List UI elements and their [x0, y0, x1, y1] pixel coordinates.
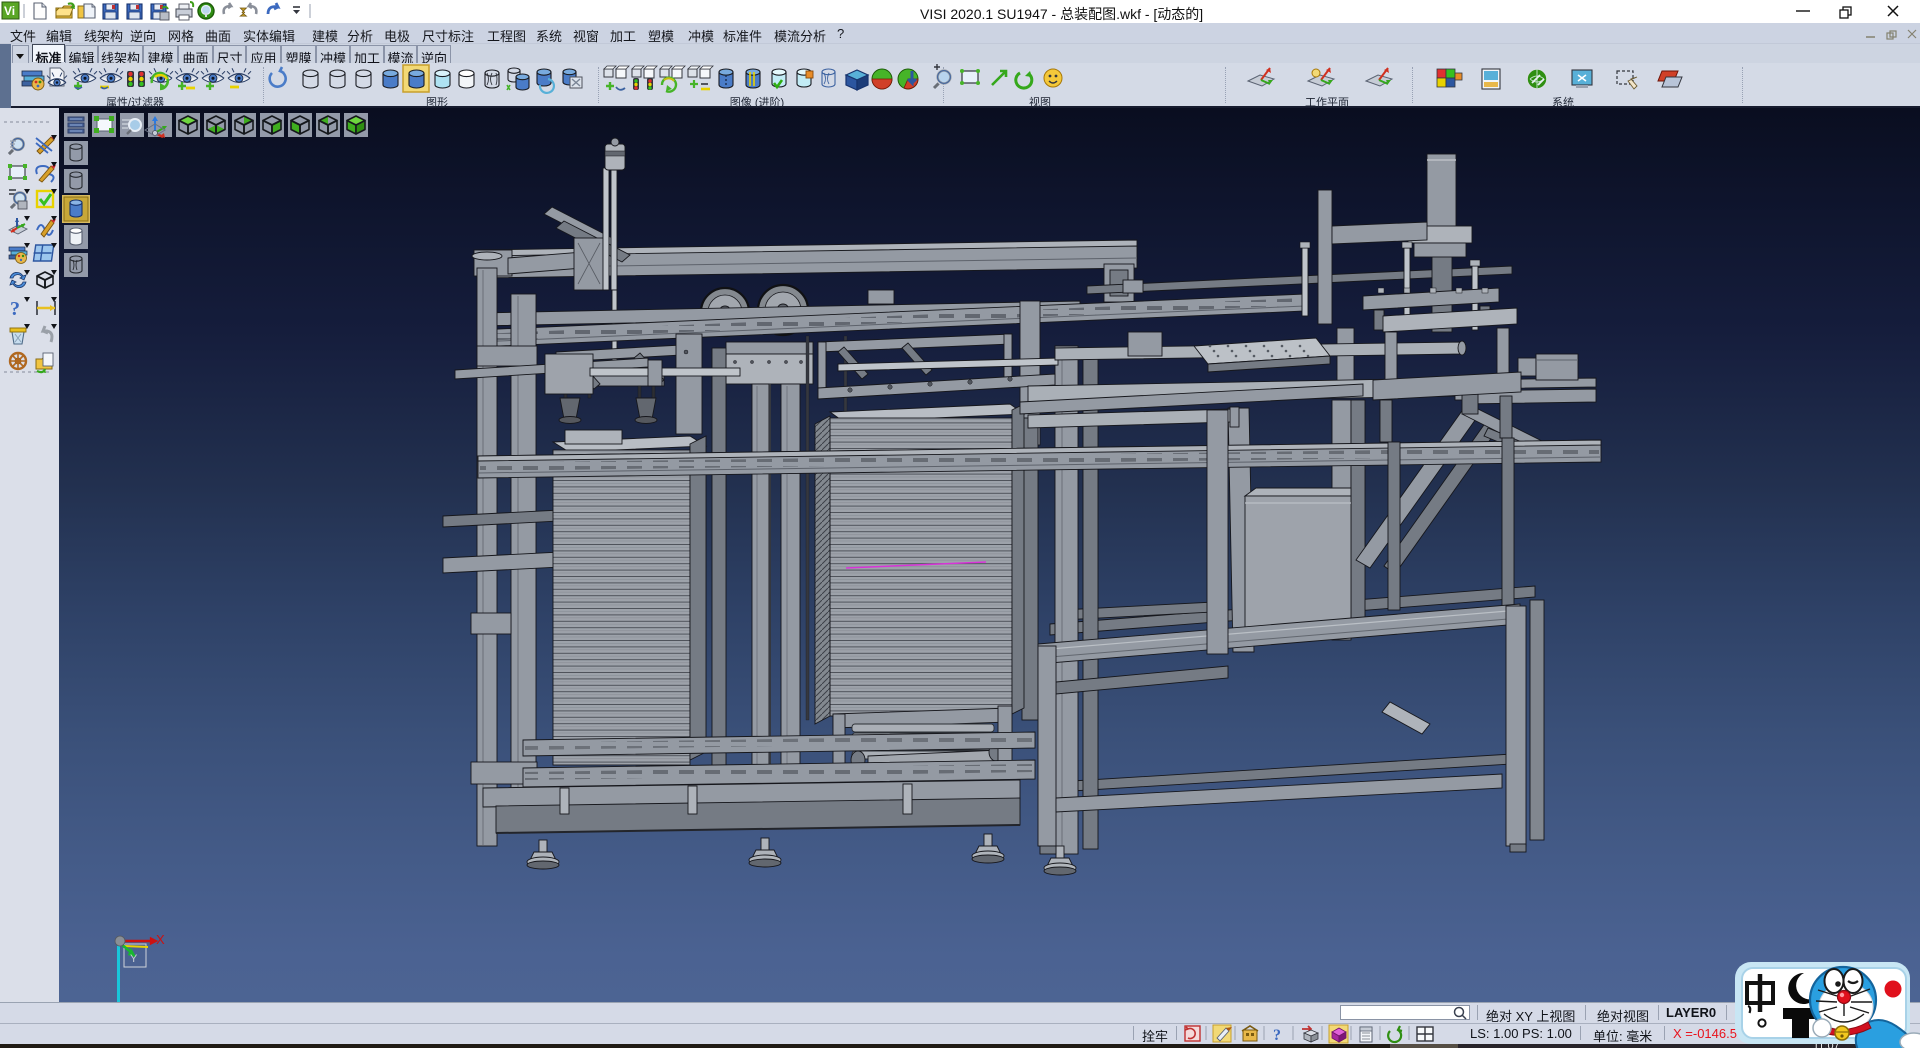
- svg-text:Y: Y: [130, 953, 138, 965]
- svg-text:X: X: [156, 932, 165, 947]
- svg-text:?: ?: [1273, 1027, 1281, 1044]
